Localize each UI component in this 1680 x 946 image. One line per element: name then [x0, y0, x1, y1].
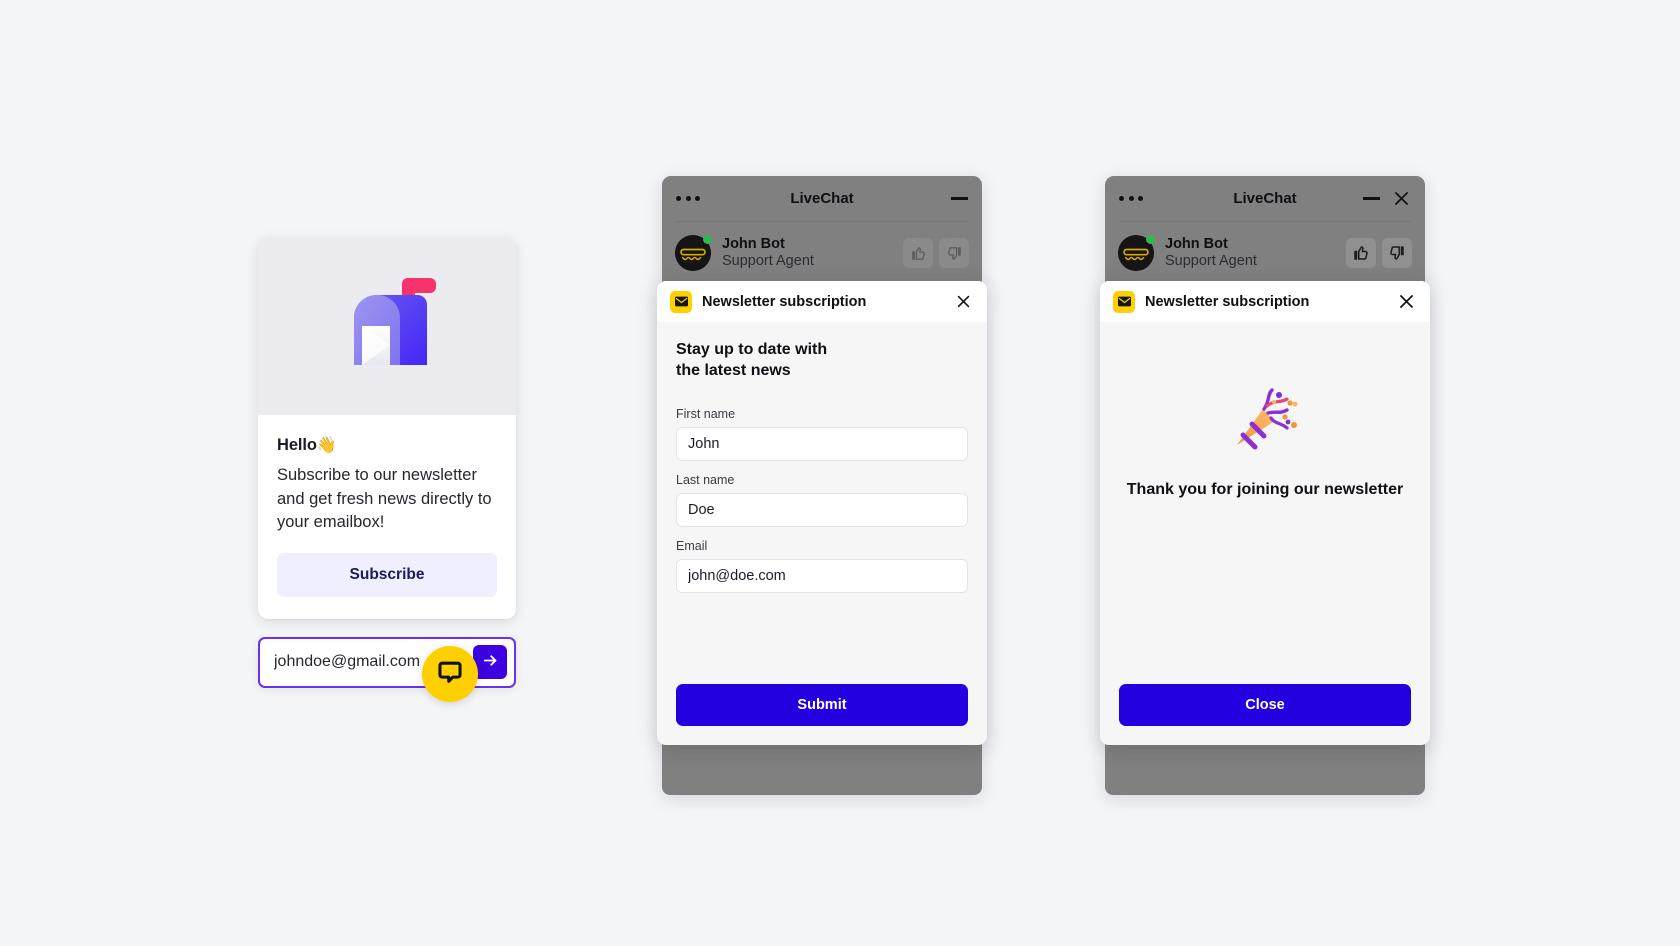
thumbs-up-icon[interactable]	[1346, 238, 1376, 268]
dialog-title: Newsletter subscription	[702, 293, 867, 310]
window-controls	[1362, 189, 1411, 209]
online-status-dot	[1146, 235, 1155, 244]
field-first-name: First name	[676, 407, 968, 461]
ellipsis-icon[interactable]	[676, 196, 700, 201]
field-label: First name	[676, 407, 736, 421]
envelope-icon	[670, 290, 692, 313]
chat-titlebar: LiveChat	[662, 176, 982, 221]
agent-role: Support Agent	[1165, 253, 1257, 269]
avatar	[1118, 235, 1155, 271]
ellipsis-icon[interactable]	[1119, 196, 1143, 201]
wave-emoji: 👋	[316, 437, 337, 454]
greeting-text: Hello	[277, 436, 317, 454]
dialog-title: Newsletter subscription	[1145, 293, 1310, 310]
close-icon[interactable]	[1395, 291, 1417, 313]
thumbs-down-icon[interactable]	[1382, 238, 1412, 268]
email-input[interactable]	[676, 559, 968, 593]
submit-button[interactable]: Submit	[676, 684, 968, 726]
dialog-footer: Submit	[657, 684, 987, 745]
agent-role: Support Agent	[722, 253, 814, 269]
avatar	[675, 235, 712, 271]
agent-name: John Bot	[722, 235, 785, 252]
newsletter-card: Hello👋 Subscribe to our newsletter and g…	[258, 238, 516, 619]
chat-launcher-button[interactable]	[422, 646, 478, 702]
dialog-header: Newsletter subscription	[657, 281, 987, 322]
newsletter-widget: Hello👋 Subscribe to our newsletter and g…	[258, 238, 516, 688]
dialog-footer: Close	[1100, 684, 1430, 745]
dialog-heading: Stay up to date with the latest news	[676, 341, 828, 379]
agent-meta: John Bot Support Agent	[722, 236, 814, 270]
success-message: Thank you for joining our newsletter	[1126, 481, 1404, 498]
newsletter-dialog-success: Newsletter subscription Thank you for jo…	[1100, 281, 1430, 745]
email-send-button[interactable]	[473, 645, 507, 679]
dialog-body: Stay up to date with the latest news Fir…	[657, 322, 987, 684]
thumbs-up-icon[interactable]	[903, 238, 933, 268]
chat-titlebar: LiveChat	[1105, 176, 1425, 221]
agent-meta: John Bot Support Agent	[1165, 236, 1257, 270]
close-icon[interactable]	[1391, 189, 1411, 209]
newsletter-dialog-form: Newsletter subscription Stay up to date …	[657, 281, 987, 745]
party-popper-emoji	[1217, 367, 1313, 463]
arrow-right-icon	[482, 652, 499, 672]
rating-buttons	[1346, 238, 1412, 268]
field-label: Email	[676, 539, 708, 553]
field-label: Last name	[676, 473, 735, 487]
newsletter-hero	[258, 238, 516, 415]
screen: Hello👋 Subscribe to our newsletter and g…	[0, 0, 1680, 946]
mailbox-emoji	[329, 270, 445, 383]
newsletter-card-body: Hello👋 Subscribe to our newsletter and g…	[258, 415, 516, 619]
last-name-input[interactable]	[676, 493, 968, 527]
subscribe-button[interactable]: Subscribe	[277, 552, 497, 597]
agent-bar: John Bot Support Agent	[662, 222, 982, 284]
online-status-dot	[703, 235, 712, 244]
window-controls	[950, 190, 968, 208]
success-content: Thank you for joining our newsletter	[1119, 339, 1411, 684]
close-icon[interactable]	[952, 291, 974, 313]
dialog-header: Newsletter subscription	[1100, 281, 1430, 322]
rating-buttons	[903, 238, 969, 268]
thumbs-down-icon[interactable]	[939, 238, 969, 268]
field-last-name: Last name	[676, 473, 968, 527]
newsletter-description: Subscribe to our newsletter and get fres…	[277, 466, 492, 531]
first-name-input[interactable]	[676, 427, 968, 461]
minimize-icon[interactable]	[950, 190, 968, 208]
agent-name: John Bot	[1165, 235, 1228, 252]
chat-window-title: LiveChat	[790, 190, 854, 207]
envelope-icon	[1113, 290, 1135, 313]
minimize-icon[interactable]	[1362, 190, 1380, 208]
close-button[interactable]: Close	[1119, 684, 1411, 726]
dialog-body: Thank you for joining our newsletter	[1100, 322, 1430, 684]
chat-bubble-icon	[436, 659, 464, 690]
agent-bar: John Bot Support Agent	[1105, 222, 1425, 284]
field-email: Email	[676, 539, 968, 593]
newsletter-greeting: Hello👋	[277, 435, 497, 455]
